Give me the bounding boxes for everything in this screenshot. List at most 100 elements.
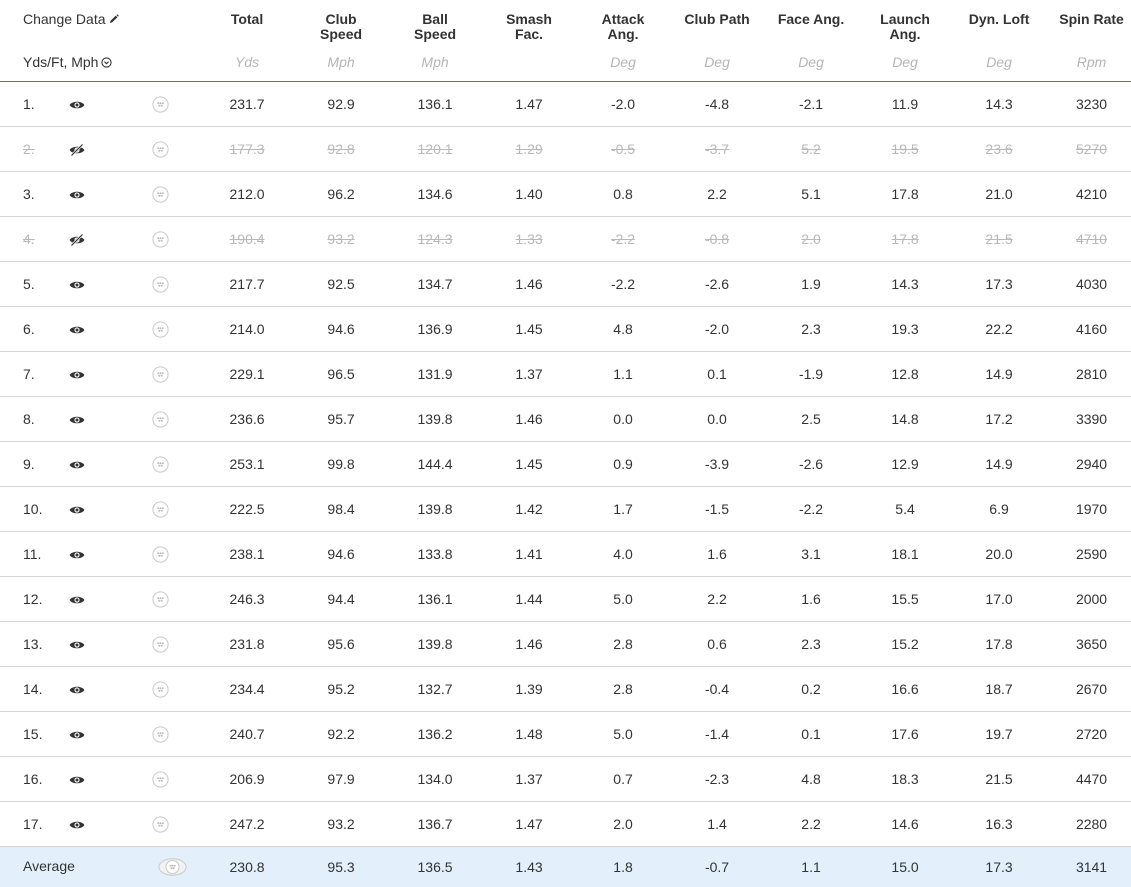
chat-bubble-icon[interactable] [102,757,200,802]
column-header-face-ang[interactable]: Face Ang. [764,0,858,43]
cell-total: 222.5 [200,487,294,532]
chat-bubble-icon[interactable] [102,352,200,397]
cell-launch-ang: 18.1 [858,532,952,577]
chat-bubble-icon[interactable] [102,442,200,487]
chat-bubble-icon[interactable] [102,172,200,217]
column-header-launch-ang[interactable]: LaunchAng. [858,0,952,43]
cell-spin-rate: 4710 [1046,217,1131,262]
average-label: Average [23,858,75,874]
eye-slash-icon[interactable] [52,127,102,172]
cell-club-path: -0.4 [670,667,764,712]
chat-bubble-icon[interactable] [102,217,200,262]
eye-icon[interactable] [52,577,102,622]
eye-icon[interactable] [52,487,102,532]
cell-launch-ang: 15.2 [858,622,952,667]
shot-row[interactable]: 15.240.792.2136.21.485.0-1.40.117.619.72… [0,712,1131,757]
cell-launch-ang: 14.6 [858,802,952,847]
column-header-club-speed[interactable]: ClubSpeed [294,0,388,43]
column-unit [482,43,576,82]
cell-club-path: 0.1 [670,352,764,397]
shot-row[interactable]: 6.214.094.6136.91.454.8-2.02.319.322.241… [0,307,1131,352]
cell-launch-ang: 17.8 [858,172,952,217]
shot-row[interactable]: 10.222.598.4139.81.421.7-1.5-2.25.46.919… [0,487,1131,532]
pencil-icon[interactable] [109,14,119,24]
shot-row[interactable]: 13.231.895.6139.81.462.80.62.315.217.836… [0,622,1131,667]
column-title-line1: Club [325,11,356,27]
column-title-line2: Ang. [889,26,920,42]
shot-row[interactable]: 9.253.199.8144.41.450.9-3.9-2.612.914.92… [0,442,1131,487]
chat-bubble-icon[interactable] [102,712,200,757]
eye-icon[interactable] [52,442,102,487]
column-header-dyn-loft[interactable]: Dyn. Loft [952,0,1046,43]
eye-icon[interactable] [52,532,102,577]
shot-row[interactable]: 7.229.196.5131.91.371.10.1-1.912.814.928… [0,352,1131,397]
eye-icon[interactable] [52,802,102,847]
units-label[interactable]: Yds/Ft, Mph [23,54,98,70]
cell-total: 214.0 [200,307,294,352]
chat-bubble-icon[interactable] [102,307,200,352]
column-header-total[interactable]: Total [200,0,294,43]
eye-icon[interactable] [52,622,102,667]
chat-bubble-icon[interactable] [102,82,200,127]
shot-row[interactable]: 3.212.096.2134.61.400.82.25.117.821.0421… [0,172,1131,217]
cell-dyn-loft: 21.5 [952,217,1046,262]
change-data-label[interactable]: Change Data [23,11,106,27]
eye-icon[interactable] [52,82,102,127]
column-header-smash-fac[interactable]: SmashFac. [482,0,576,43]
units-selector[interactable]: Yds/Ft, Mph [0,43,200,82]
shot-row[interactable]: 1.231.792.9136.11.47-2.0-4.8-2.111.914.3… [0,82,1131,127]
cell-attack-ang: 2.8 [576,622,670,667]
shot-row[interactable]: 8.236.695.7139.81.460.00.02.514.817.2339… [0,397,1131,442]
clock-circle-icon[interactable] [101,57,112,68]
column-title-line2: Speed [414,26,456,42]
average-face-ang: 1.1 [764,847,858,887]
chat-bubble-icon[interactable] [102,577,200,622]
shot-number: 11. [0,532,52,577]
shot-row[interactable]: 4.190.493.2124.31.33-2.2-0.82.017.821.54… [0,217,1131,262]
eye-icon[interactable] [52,262,102,307]
eye-icon[interactable] [52,397,102,442]
chat-bubble-icon[interactable] [102,487,200,532]
eye-icon[interactable] [52,307,102,352]
shot-number: 16. [0,757,52,802]
change-data-button[interactable]: Change Data [0,0,200,43]
shot-number: 6. [0,307,52,352]
shot-row[interactable]: 17.247.293.2136.71.472.01.42.214.616.322… [0,802,1131,847]
cell-smash-fac: 1.37 [482,352,576,397]
column-unit: Yds [200,43,294,82]
chat-bubble-icon[interactable] [75,858,187,874]
shot-row[interactable]: 5.217.792.5134.71.46-2.2-2.61.914.317.34… [0,262,1131,307]
shot-row[interactable]: 14.234.495.2132.71.392.8-0.40.216.618.72… [0,667,1131,712]
eye-icon[interactable] [52,172,102,217]
column-unit: Deg [858,43,952,82]
shot-row[interactable]: 12.246.394.4136.11.445.02.21.615.517.020… [0,577,1131,622]
column-header-attack-ang[interactable]: AttackAng. [576,0,670,43]
average-attack-ang: 1.8 [576,847,670,887]
eye-icon[interactable] [52,757,102,802]
average-ball-speed: 136.5 [388,847,482,887]
cell-club-speed: 93.2 [294,802,388,847]
chat-bubble-icon[interactable] [102,262,200,307]
cell-club-speed: 92.8 [294,127,388,172]
column-title-line1: Dyn. Loft [969,11,1030,27]
eye-icon[interactable] [52,667,102,712]
eye-icon[interactable] [52,712,102,757]
shot-row[interactable]: 16.206.997.9134.01.370.7-2.34.818.321.54… [0,757,1131,802]
cell-face-ang: -2.2 [764,487,858,532]
cell-face-ang: -1.9 [764,352,858,397]
column-unit: Deg [670,43,764,82]
column-header-club-path[interactable]: Club Path [670,0,764,43]
chat-bubble-icon[interactable] [102,667,200,712]
chat-bubble-icon[interactable] [102,802,200,847]
cell-ball-speed: 133.8 [388,532,482,577]
column-header-spin-rate[interactable]: Spin Rate [1046,0,1131,43]
chat-bubble-icon[interactable] [102,127,200,172]
eye-slash-icon[interactable] [52,217,102,262]
chat-bubble-icon[interactable] [102,622,200,667]
column-header-ball-speed[interactable]: BallSpeed [388,0,482,43]
shot-row[interactable]: 11.238.194.6133.81.414.01.63.118.120.025… [0,532,1131,577]
chat-bubble-icon[interactable] [102,532,200,577]
shot-row[interactable]: 2.177.392.8120.11.29-0.5-3.75.219.523.65… [0,127,1131,172]
chat-bubble-icon[interactable] [102,397,200,442]
eye-icon[interactable] [52,352,102,397]
